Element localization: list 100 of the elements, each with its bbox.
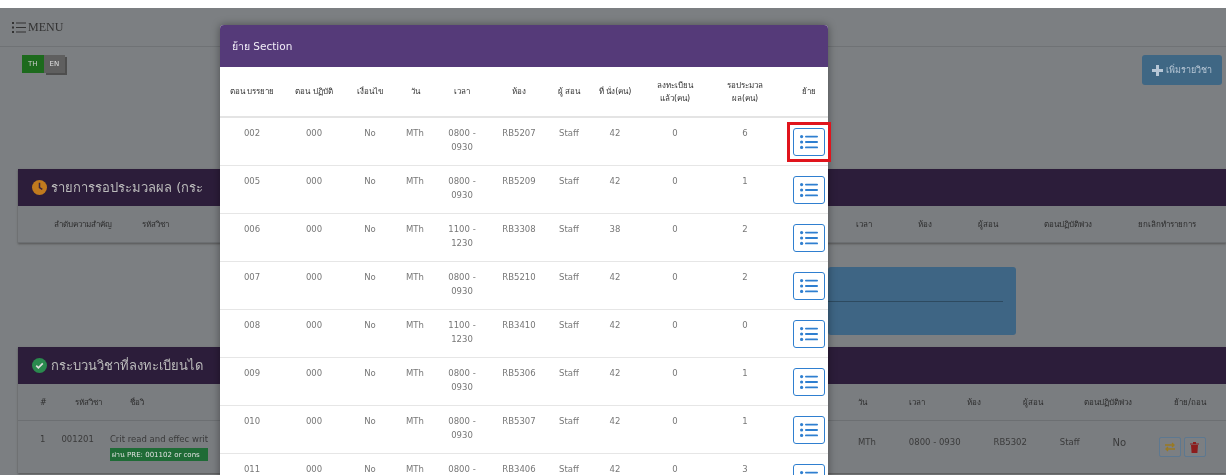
column-header: ห้อง (511, 86, 527, 98)
table-cell-text: 1 (741, 415, 749, 428)
column-header: ย้าย/ถอน (1174, 396, 1206, 409)
move-button[interactable] (793, 272, 825, 300)
table-cell-text: RB5307 (501, 415, 537, 428)
dialog-title: ย้าย Section (232, 38, 293, 54)
column-header: ชื่อวิ (129, 396, 144, 409)
check-circle-icon (32, 358, 47, 373)
table-cell-text: 002 (242, 127, 262, 140)
move-button[interactable] (793, 224, 825, 252)
table-cell-text: 000 (304, 319, 324, 332)
table-cell-text: No (363, 175, 377, 188)
table-cell-text: 42 (608, 415, 622, 428)
table-cell-text: No (363, 463, 377, 475)
column-header: ตอนปฏิบัติพ่วง (1044, 218, 1092, 231)
table-cell-text: No (1112, 437, 1127, 450)
clock-icon (32, 180, 47, 195)
panel-title: กระบวนวิชาที่ลงทะเบียนได (51, 356, 203, 375)
column-header: เงื่อนไข (356, 85, 384, 98)
table-cell-text: 000 (304, 367, 324, 380)
swap-arrows-icon (1164, 442, 1176, 452)
table-cell-text: 000 (304, 223, 324, 236)
table-cell-text: Staff (558, 415, 580, 428)
trash-icon (1190, 441, 1200, 453)
column-header: รหัสวิชา (74, 396, 102, 409)
table-cell-text: 000 (304, 127, 324, 140)
column-header: ที่ นั่ง(คน) (597, 85, 633, 98)
table-cell-text: RB3410 (501, 319, 537, 332)
list-icon (800, 135, 818, 149)
column-header: วัน (409, 86, 421, 98)
table-cell-text: 009 (242, 367, 262, 380)
panel-title: รายการรอประมวลผล (กระ (51, 179, 204, 197)
table-cell-text: 1 (741, 175, 749, 188)
table-cell-text: Staff (558, 463, 580, 475)
plus-icon (1152, 64, 1163, 76)
table-cell: Crit read and effec writ (109, 433, 209, 444)
table-cell-text: 0800 - 0930 (447, 367, 477, 394)
table-cell-text: 0 (741, 319, 749, 332)
table-cell-text: 6 (741, 127, 749, 140)
table-cell-text: 0800 - 0930 (447, 415, 477, 442)
table-cell-text: MTh (405, 223, 425, 236)
table-cell-text: MTh (405, 175, 425, 188)
add-course-button[interactable]: เพิ่มรายวิชา (1142, 55, 1222, 85)
table-cell-text: 42 (608, 127, 622, 140)
table-cell-text: 007 (242, 271, 262, 284)
column-header: รหัสวิชา (142, 218, 169, 231)
table-cell-text: 0 (671, 127, 679, 140)
column-header: เวลา (856, 218, 872, 231)
table-cell-text: Staff (1059, 437, 1080, 449)
table-cell-text: 0 (671, 271, 679, 284)
delete-button[interactable] (1184, 437, 1206, 457)
table-cell-text: 38 (608, 223, 622, 236)
table-cell-text: 42 (608, 319, 622, 332)
column-header: ผู้ สอน (556, 86, 582, 98)
table-cell-text: No (363, 367, 377, 380)
table-cell-text: 0 (671, 367, 679, 380)
table-cell-text: 2 (741, 223, 749, 236)
table-cell-text: 42 (608, 271, 622, 284)
table-cell-text: 42 (608, 175, 622, 188)
column-header: วัน (858, 396, 867, 409)
column-header: ตอน บรรยาย (228, 86, 276, 98)
table-cell-text: MTh (858, 437, 876, 449)
column-header: ยกเลิกทำรายการ (1138, 218, 1196, 231)
table-cell-text: 0 (671, 463, 679, 475)
table-cell-text: 0800 - 0930 (447, 175, 477, 202)
move-button[interactable] (793, 416, 825, 444)
list-icon (800, 375, 818, 389)
table-cell-text: RB5306 (501, 367, 537, 380)
column-header: ลำดับความสำคัญ (54, 218, 112, 231)
table-cell-text: 42 (608, 463, 622, 475)
table-cell-text: 42 (608, 367, 622, 380)
table-cell-text: Staff (558, 367, 580, 380)
move-button[interactable] (793, 320, 825, 348)
table-cell: 001201 (61, 433, 94, 444)
table-cell-text: Staff (558, 223, 580, 236)
table-cell-text: RB3308 (501, 223, 537, 236)
table-cell-text: 008 (242, 319, 262, 332)
menu-button[interactable]: MENU (12, 19, 64, 35)
table-cell-text: 0800 - (447, 463, 477, 475)
column-header: ลงทะเบียน แล้ว(คน) (656, 79, 695, 105)
table-cell-text: 010 (242, 415, 262, 428)
list-icon (800, 327, 818, 341)
table-cell-text: MTh (405, 367, 425, 380)
table-cell-text: 0800 - 0930 (447, 271, 477, 298)
table-cell-text: 3 (741, 463, 749, 475)
column-header: ผู้สอน (978, 218, 998, 231)
move-button[interactable] (793, 176, 825, 204)
column-header: ตอนปฏิบัติพ่วง (1084, 396, 1133, 409)
column-header: รอประมวล ผล(คน) (726, 79, 764, 105)
table-cell-text: 0 (671, 415, 679, 428)
table-cell-text: 000 (304, 175, 324, 188)
table-cell-text: 0 (671, 223, 679, 236)
move-button[interactable] (793, 128, 825, 156)
table-cell-text: RB5210 (501, 271, 537, 284)
column-header: ผู้สอน (1022, 396, 1043, 409)
table-cell-text: 011 (242, 463, 262, 475)
move-button[interactable] (793, 368, 825, 396)
table-cell-text: 1100 - 1230 (447, 223, 477, 250)
table-cell-text: 005 (242, 175, 262, 188)
table-cell-text: 000 (304, 271, 324, 284)
